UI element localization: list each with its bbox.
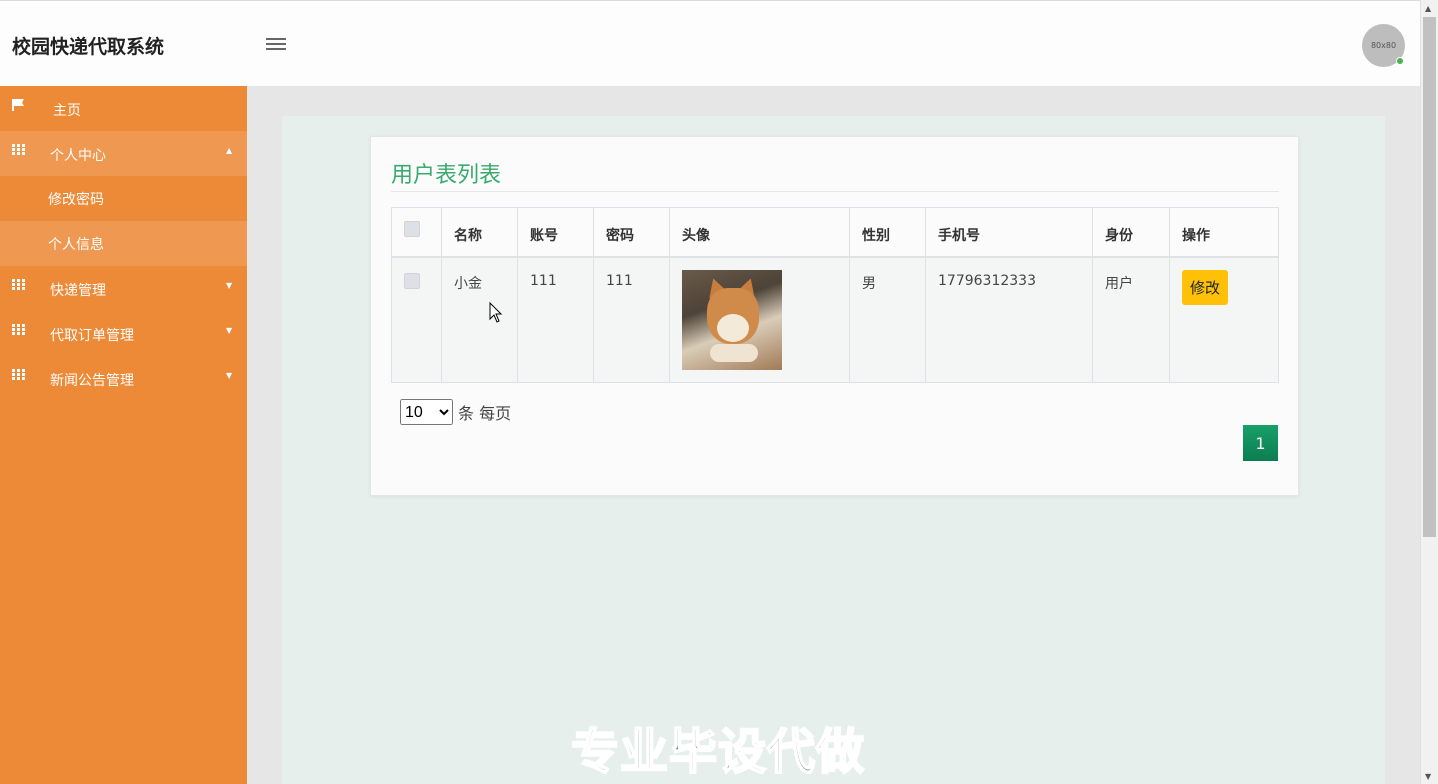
chevron-down-icon: ▼ bbox=[226, 371, 233, 380]
page-size-select[interactable]: 10 bbox=[400, 399, 453, 425]
sidebar-item-order-management[interactable]: 代取订单管理 ▼ bbox=[0, 311, 247, 356]
user-table: 名称 账号 密码 头像 性别 手机号 身份 操作 小金 111 111 男 17… bbox=[391, 207, 1279, 383]
sidebar-item-label: 主页 bbox=[53, 103, 81, 119]
flag-icon bbox=[12, 99, 24, 111]
sidebar-subitem-label: 个人信息 bbox=[48, 237, 104, 253]
top-bar: 校园快递代取系统 80x80 bbox=[0, 0, 1420, 86]
sidebar: 主页 个人中心 ▲ 修改密码 个人信息 快递管理 ▼ 代取订单管理 ▼ 新闻公告… bbox=[0, 86, 247, 784]
grid-icon bbox=[12, 144, 26, 156]
vertical-scrollbar[interactable]: ▲ ▼ bbox=[1420, 0, 1438, 784]
sidebar-item-express-management[interactable]: 快递管理 ▼ bbox=[0, 266, 247, 311]
table-header-row: 名称 账号 密码 头像 性别 手机号 身份 操作 bbox=[391, 207, 1279, 258]
sidebar-item-home[interactable]: 主页 bbox=[0, 86, 247, 131]
user-avatar-image bbox=[682, 269, 782, 370]
cell-account: 111 bbox=[517, 256, 594, 383]
sidebar-item-label: 个人中心 bbox=[50, 148, 106, 164]
cell-name: 小金 bbox=[441, 256, 518, 383]
cell-gender: 男 bbox=[849, 256, 926, 383]
sidebar-subitem-label: 修改密码 bbox=[48, 192, 104, 208]
avatar-placeholder-text: 80x80 bbox=[1370, 41, 1397, 50]
table-row: 小金 111 111 男 17796312333 用户 修改 bbox=[391, 256, 1279, 383]
row-checkbox[interactable] bbox=[404, 272, 420, 289]
avatar[interactable]: 80x80 bbox=[1362, 24, 1405, 67]
grid-icon bbox=[12, 279, 26, 291]
select-all-cell bbox=[391, 207, 442, 258]
grid-icon bbox=[12, 369, 26, 381]
sidebar-item-label: 代取订单管理 bbox=[50, 328, 134, 344]
chevron-down-icon: ▼ bbox=[226, 281, 233, 290]
column-header: 性别 bbox=[849, 207, 926, 258]
online-status-dot bbox=[1396, 57, 1404, 65]
column-header: 头像 bbox=[669, 207, 850, 258]
sidebar-item-news-management[interactable]: 新闻公告管理 ▼ bbox=[0, 356, 247, 401]
column-header: 名称 bbox=[441, 207, 518, 258]
app-title: 校园快递代取系统 bbox=[12, 36, 165, 58]
watermark-text: 专业毕设代做 bbox=[570, 723, 866, 781]
cell-role: 用户 bbox=[1092, 256, 1170, 383]
column-header: 操作 bbox=[1169, 207, 1279, 258]
row-select-cell bbox=[391, 256, 442, 383]
divider bbox=[391, 191, 1279, 192]
sidebar-subitem-change-password[interactable]: 修改密码 bbox=[0, 176, 247, 221]
column-header: 手机号 bbox=[925, 207, 1093, 258]
sidebar-item-label: 快递管理 bbox=[50, 283, 106, 299]
mouse-cursor-icon bbox=[489, 302, 503, 323]
page-size-suffix: 条 每页 bbox=[458, 404, 512, 423]
cell-actions: 修改 bbox=[1169, 256, 1279, 383]
scrollbar-thumb[interactable] bbox=[1423, 17, 1436, 537]
column-header: 身份 bbox=[1092, 207, 1170, 258]
sidebar-item-label: 新闻公告管理 bbox=[50, 373, 134, 389]
chevron-down-icon: ▼ bbox=[226, 326, 233, 335]
edit-button[interactable]: 修改 bbox=[1182, 269, 1229, 305]
column-header: 密码 bbox=[593, 207, 670, 258]
select-all-checkbox[interactable] bbox=[404, 221, 420, 237]
page-size-control: 10 条 每页 bbox=[400, 399, 511, 425]
cell-avatar bbox=[669, 256, 850, 383]
grid-icon bbox=[12, 324, 26, 336]
hamburger-icon[interactable] bbox=[266, 38, 286, 52]
sidebar-subitem-personal-info[interactable]: 个人信息 bbox=[0, 221, 247, 266]
page-title: 用户表列表 bbox=[391, 163, 502, 188]
user-list-card: 用户表列表 名称 账号 密码 头像 性别 手机号 身份 操作 小金 111 11… bbox=[370, 136, 1299, 496]
column-header: 账号 bbox=[517, 207, 594, 258]
cell-password: 111 bbox=[593, 256, 670, 383]
chevron-up-icon: ▲ bbox=[226, 146, 233, 155]
cell-phone: 17796312333 bbox=[925, 256, 1093, 383]
scroll-up-arrow-icon[interactable]: ▲ bbox=[1425, 4, 1431, 13]
scroll-down-arrow-icon[interactable]: ▼ bbox=[1425, 772, 1431, 781]
sidebar-item-personal-center[interactable]: 个人中心 ▲ bbox=[0, 131, 247, 176]
pagination-page-1[interactable]: 1 bbox=[1243, 425, 1278, 461]
